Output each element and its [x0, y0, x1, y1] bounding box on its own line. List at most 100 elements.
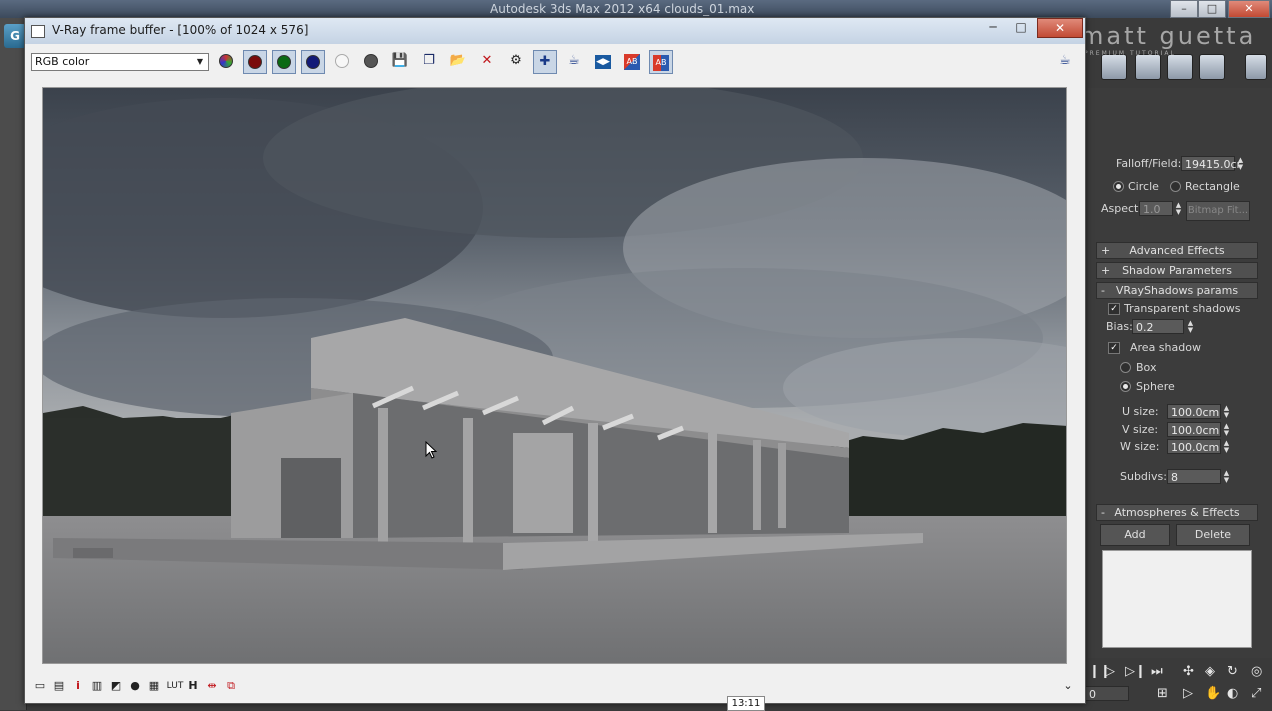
ribbon-toggle-icon[interactable] [1245, 54, 1267, 80]
aspect-spinner[interactable]: 1.0 [1139, 201, 1173, 216]
bias-spinner-arrows[interactable]: ▲ ▼ [1186, 320, 1195, 335]
lut-button[interactable]: LUT [165, 679, 185, 693]
color-channels-icon [219, 54, 233, 68]
render-last-button[interactable]: ☕ [562, 50, 586, 74]
region-render-button[interactable]: ✚ [533, 50, 557, 74]
color-correction-button[interactable]: ◀▶ [591, 50, 615, 74]
clear-button[interactable]: ✕ [475, 50, 499, 74]
aspect-label: Aspect: [1101, 202, 1143, 215]
zoom-all-icon[interactable]: ◈ [1205, 664, 1215, 679]
maximize-toggle-icon[interactable]: ⤢ [1251, 686, 1261, 701]
render-setup-icon[interactable] [1101, 54, 1127, 80]
track-mouse-button[interactable]: ⚙ [504, 50, 528, 74]
max-navigation-controls: ❙❙ ▷ ▷❙ ⏭ ✣ ◈ ↻ ◎ 0 ⊞ ▷ ✋ ◐ ⤢ [1085, 658, 1272, 710]
rectangle-label: Rectangle [1185, 180, 1240, 193]
w-size-spinner[interactable]: 100.0cm [1167, 439, 1221, 454]
save-all-button[interactable]: ❐ [417, 50, 441, 74]
sphere-radio[interactable] [1120, 381, 1131, 392]
display-icon[interactable]: ▭ [33, 679, 47, 693]
srgb-icon[interactable]: ▦ [147, 679, 161, 693]
transparent-shadows-checkbox[interactable]: ✓ [1108, 303, 1120, 315]
v-size-spinner[interactable]: 100.0cm [1167, 422, 1221, 437]
info-icon[interactable]: i [71, 679, 85, 693]
green-channel-button[interactable] [272, 50, 296, 74]
box-label: Box [1136, 361, 1157, 374]
render-iterative-icon[interactable] [1199, 54, 1225, 80]
pan-icon[interactable]: ▷ [1183, 686, 1193, 701]
levels-icon[interactable]: ▥ [90, 679, 104, 693]
frame-spinner[interactable]: 0 [1085, 686, 1129, 701]
rendered-image[interactable] [42, 87, 1067, 664]
monochrome-button[interactable] [359, 50, 383, 74]
maximize-viewport-icon[interactable]: ◎ [1251, 664, 1262, 679]
field-of-view-icon[interactable]: ◐ [1227, 686, 1238, 701]
vfb-close-button[interactable]: ✕ [1037, 18, 1083, 38]
goto-end-icon[interactable]: ⏭ [1151, 664, 1163, 679]
chevron-down-icon: ▼ [196, 57, 204, 66]
zoom-icon[interactable]: ✣ [1183, 664, 1194, 679]
max-maximize-button[interactable]: □ [1198, 0, 1226, 18]
vray-frame-buffer-window: V-Ray frame buffer - [100% of 1024 x 576… [24, 17, 1086, 704]
max-left-strip: G [0, 18, 27, 710]
v-size-spinner-arrows[interactable]: ▲ ▼ [1222, 423, 1231, 438]
u-size-spinner[interactable]: 100.0cm [1167, 404, 1221, 419]
track-mouse-icon: ⚙ [510, 53, 522, 68]
load-button[interactable]: 📂 [446, 50, 470, 74]
area-shadow-label: Area shadow [1130, 341, 1201, 354]
circle-radio[interactable] [1113, 181, 1124, 192]
falloff-spinner-arrows[interactable]: ▲ ▼ [1236, 157, 1245, 172]
vfb-minimize-button[interactable]: ─ [981, 20, 1005, 36]
max-close-button[interactable]: ✕ [1228, 0, 1270, 18]
max-app-logo[interactable]: G [4, 24, 26, 48]
box-radio[interactable] [1120, 362, 1131, 373]
hand-icon[interactable]: ✋ [1205, 686, 1221, 701]
area-shadow-checkbox[interactable]: ✓ [1108, 342, 1120, 354]
advanced-effects-rollout[interactable]: + Advanced Effects [1096, 242, 1258, 259]
exposure-icon[interactable]: ● [128, 679, 142, 693]
bias-spinner[interactable]: 0.2 [1132, 319, 1184, 334]
aspect-spinner-arrows[interactable]: ▲ ▼ [1174, 202, 1183, 217]
shadow-parameters-rollout[interactable]: + Shadow Parameters [1096, 262, 1258, 279]
delete-effect-button[interactable]: Delete [1176, 524, 1250, 546]
next-frame-icon[interactable]: ▷❙ [1125, 664, 1146, 679]
vrayshadows-rollout[interactable]: - VRayShadows params [1096, 282, 1258, 299]
subdivs-spinner[interactable]: 8 [1167, 469, 1221, 484]
add-effect-button[interactable]: Add [1100, 524, 1170, 546]
render-teapot-button[interactable]: ☕ [1053, 50, 1077, 74]
blue-channel-button[interactable] [301, 50, 325, 74]
effects-list[interactable] [1102, 550, 1252, 648]
render-production-icon[interactable] [1167, 54, 1193, 80]
stereo-icon[interactable]: ⇹ [205, 679, 219, 693]
history-icon[interactable]: ▤ [52, 679, 66, 693]
orbit-icon[interactable]: ↻ [1227, 664, 1238, 679]
ab-compare-button[interactable]: AB [620, 50, 644, 74]
correction-icon[interactable]: ⧉ [224, 679, 238, 693]
atmospheres-effects-rollout[interactable]: - Atmospheres & Effects [1096, 504, 1258, 521]
w-size-spinner-arrows[interactable]: ▲ ▼ [1222, 440, 1231, 455]
rollout-title: Advanced Effects [1129, 244, 1225, 257]
max-minimize-button[interactable]: – [1170, 0, 1198, 18]
rectangle-radio[interactable] [1170, 181, 1181, 192]
subdivs-spinner-arrows[interactable]: ▲ ▼ [1222, 470, 1231, 485]
falloff-label: Falloff/Field: [1116, 157, 1182, 170]
chevron-down-icon[interactable]: ⌄ [1061, 679, 1075, 693]
h-button[interactable]: H [186, 679, 200, 693]
channel-select[interactable]: RGB color ▼ [31, 53, 209, 71]
save-button[interactable]: 💾 [388, 50, 412, 74]
u-size-spinner-arrows[interactable]: ▲ ▼ [1222, 405, 1231, 420]
render-scene [43, 88, 1066, 663]
blue-channel-icon [306, 55, 320, 69]
red-channel-button[interactable] [243, 50, 267, 74]
circle-label: Circle [1128, 180, 1159, 193]
curves-icon[interactable]: ◩ [109, 679, 123, 693]
falloff-spinner[interactable]: 19415.0cr [1181, 156, 1241, 171]
vfb-maximize-button[interactable]: □ [1009, 20, 1033, 36]
key-mode-icon[interactable]: ⊞ [1157, 686, 1168, 701]
play-icon[interactable]: ▷ [1105, 664, 1115, 679]
rendered-frame-window-icon[interactable] [1135, 54, 1161, 80]
bitmap-fit-button[interactable]: Bitmap Fit... [1186, 201, 1250, 221]
alpha-channel-button[interactable] [330, 50, 354, 74]
color-channels-button[interactable] [214, 50, 238, 74]
ab-compare-vertical-button[interactable]: AB [649, 50, 673, 74]
sphere-label: Sphere [1136, 380, 1175, 393]
